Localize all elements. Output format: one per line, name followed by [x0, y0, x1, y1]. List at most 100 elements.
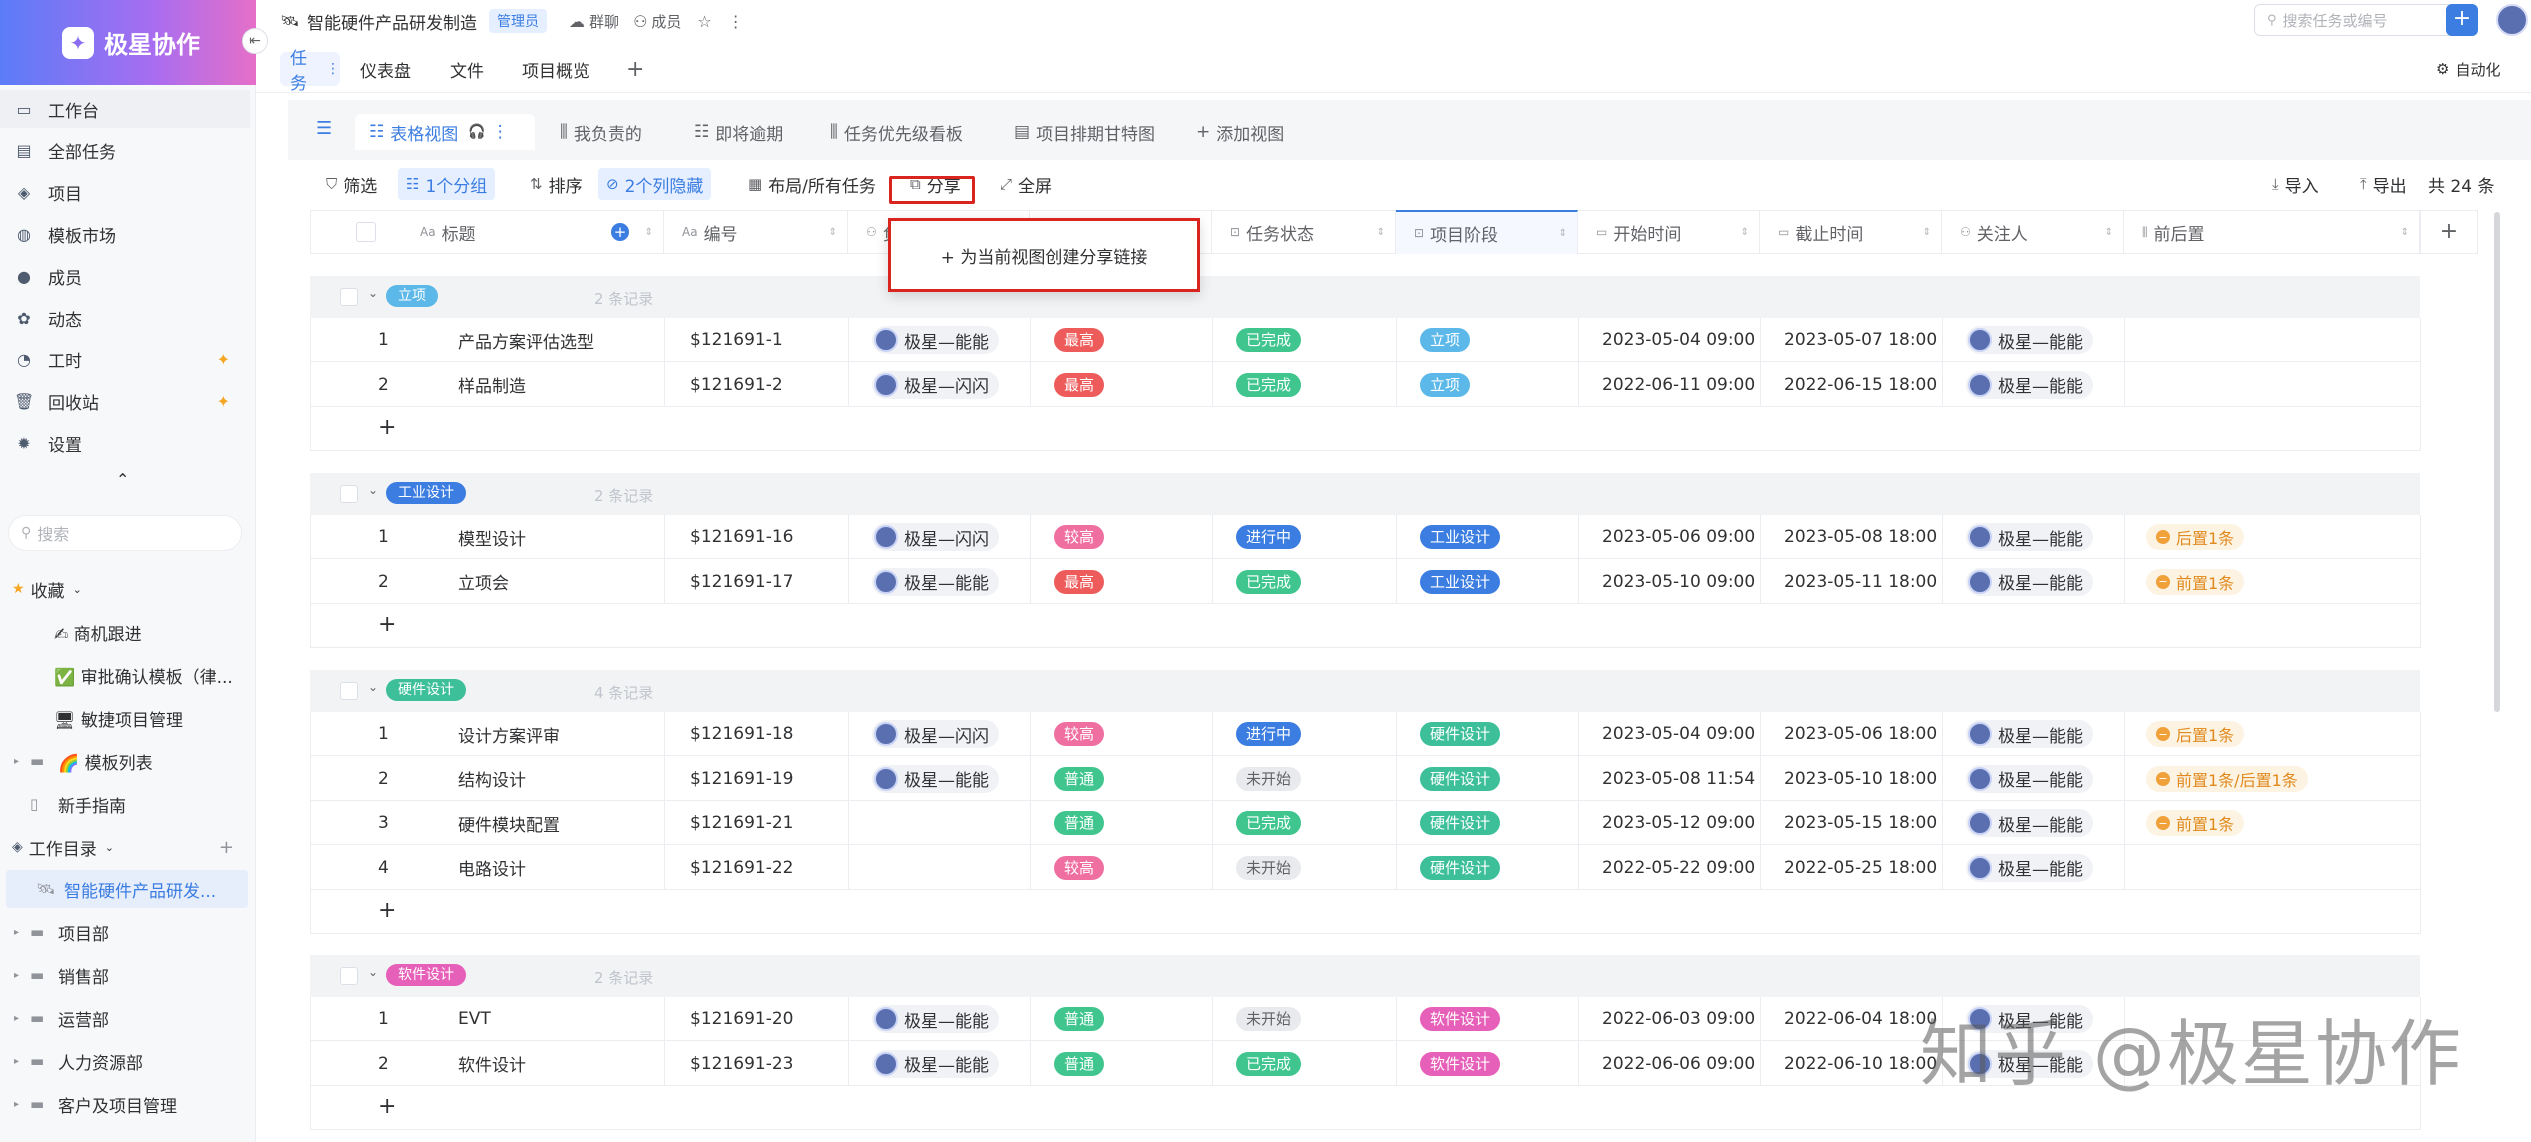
sort-caret-icon[interactable]: ⇕	[1377, 227, 1385, 238]
task-title[interactable]: 电路设计	[458, 846, 526, 890]
group-chat-link[interactable]: 群聊	[589, 11, 619, 32]
group-checkbox[interactable]	[340, 682, 358, 700]
group-toggle-icon[interactable]: ⌄	[368, 965, 378, 979]
tab-tasks[interactable]: 任务 ⋮	[280, 49, 340, 94]
automation-button[interactable]: ⚙ 自动化	[2436, 52, 2500, 86]
watcher-chip[interactable]: 极星—能能	[1966, 720, 2093, 748]
group-checkbox[interactable]	[340, 288, 358, 306]
sidebar-item-monitor[interactable]: ▭ 工作台	[0, 90, 250, 128]
workdir-item[interactable]: ▸ ▬ 项目部	[0, 913, 250, 951]
fullscreen-button[interactable]: ⤢ 全屏	[992, 168, 1060, 200]
sort-caret-icon[interactable]: ⇕	[1741, 227, 1749, 238]
watcher-chip[interactable]: 极星—能能	[1966, 853, 2093, 882]
add-button[interactable]: +	[2446, 4, 2478, 36]
sidebar-item-user[interactable]: ● 成员	[0, 257, 250, 295]
table-row[interactable]	[310, 845, 2420, 890]
chevron-up-icon[interactable]: ⌃	[116, 470, 129, 489]
more-icon[interactable]: ⋮	[492, 122, 509, 142]
workdir-item[interactable]: ▸ ▬ 销售部	[0, 956, 250, 994]
members-icon[interactable]: ⚇	[633, 12, 647, 31]
table-row[interactable]	[310, 712, 2420, 756]
group-toggle-icon[interactable]: ⌄	[368, 483, 378, 497]
expand-icon[interactable]: ▸	[14, 970, 30, 981]
group-toggle-icon[interactable]: ⌄	[368, 286, 378, 300]
sort-caret-icon[interactable]: ⇕	[645, 227, 653, 238]
workdir-section[interactable]: ◈ 工作目录 ⌄ +	[0, 828, 250, 866]
sidebar-item-activity[interactable]: ✿ 动态	[0, 299, 250, 337]
create-share-link-button[interactable]: + 为当前视图创建分享链接	[941, 243, 1148, 268]
column-header[interactable]: Aa 编号 ⇕	[664, 210, 848, 254]
table-row[interactable]	[310, 756, 2420, 801]
task-title[interactable]: 模型设计	[458, 515, 526, 559]
chat-icon[interactable]: ☁	[569, 12, 585, 31]
column-header[interactable]: ⊡ 任务状态 ⇕	[1212, 210, 1396, 254]
owner-chip[interactable]: 极星—闪闪	[872, 720, 999, 748]
project-title[interactable]: 智能硬件产品研发制造	[307, 9, 477, 34]
expand-icon[interactable]: ▸	[14, 1099, 30, 1110]
task-title[interactable]: 软件设计	[458, 1042, 526, 1086]
watcher-chip[interactable]: 极星—能能	[1966, 523, 2093, 551]
tab-overview[interactable]: 项目概览	[522, 52, 590, 86]
group-checkbox[interactable]	[340, 485, 358, 503]
owner-chip[interactable]: 极星—能能	[872, 764, 999, 793]
owner-chip[interactable]: 极星—能能	[872, 567, 999, 596]
workdir-item-active[interactable]: 🛰 智能硬件产品研发...	[6, 870, 248, 908]
select-all-checkbox[interactable]	[356, 222, 376, 242]
favorite-item[interactable]: 🖥 敏捷项目管理	[0, 699, 250, 737]
sort-caret-icon[interactable]: ⇕	[1559, 228, 1567, 239]
column-header[interactable]: Aa 标题 + ⇕	[400, 210, 664, 254]
import-button[interactable]: ⤓ 导入	[2264, 168, 2327, 200]
watcher-chip[interactable]: 极星—能能	[1966, 764, 2093, 793]
favorite-item[interactable]: ▸ ▬ 🌈 模板列表	[0, 742, 250, 780]
expand-icon[interactable]: ▸	[14, 1056, 30, 1067]
owner-chip[interactable]: 极星—闪闪	[872, 370, 999, 399]
task-search-input[interactable]: ⚲ 搜索任务或编号	[2254, 4, 2466, 36]
sort-button[interactable]: ⇅ 排序	[522, 168, 591, 200]
tab-files[interactable]: 文件	[450, 52, 484, 86]
column-header[interactable]: ▭ 截止时间 ⇕	[1760, 210, 1942, 254]
add-column-button[interactable]: +	[2420, 210, 2478, 254]
add-row[interactable]	[310, 890, 2420, 934]
task-title[interactable]: 结构设计	[458, 757, 526, 801]
owner-chip[interactable]: 极星—闪闪	[872, 523, 999, 551]
dependency-badge[interactable]: − 后置1条	[2146, 524, 2245, 550]
menu-icon[interactable]: ☰	[316, 118, 332, 139]
table-row[interactable]	[310, 559, 2420, 604]
sidebar-search-input[interactable]: ⚲ 搜索	[8, 515, 242, 551]
vertical-scrollbar[interactable]	[2494, 212, 2500, 712]
sidebar-item-layers[interactable]: ◈ 项目	[0, 174, 250, 212]
table-row[interactable]	[310, 801, 2420, 845]
sort-caret-icon[interactable]: ⇕	[2105, 227, 2113, 238]
add-row[interactable]	[310, 604, 2420, 648]
column-header[interactable]: ⫼ 前后置 ⇕	[2124, 210, 2420, 254]
hidden-columns-button[interactable]: ⊘ 2个列隐藏	[598, 168, 712, 200]
dependency-badge[interactable]: − 后置1条	[2146, 721, 2245, 747]
more-icon[interactable]: ⋮	[728, 12, 744, 31]
task-title[interactable]: 立项会	[458, 560, 509, 604]
task-title[interactable]: 设计方案评审	[458, 712, 560, 756]
dependency-badge[interactable]: − 前置1条	[2146, 568, 2245, 595]
watcher-chip[interactable]: 极星—能能	[1966, 326, 2093, 354]
favorites-section[interactable]: ★ 收藏 ⌄	[0, 570, 250, 608]
members-link[interactable]: 成员	[651, 11, 681, 32]
sidebar-item-clock[interactable]: ◔ 工时 ✦	[0, 341, 250, 379]
table-row[interactable]	[310, 515, 2420, 559]
sidebar-item-task[interactable]: ▤ 全部任务	[0, 132, 250, 170]
owner-chip[interactable]: 极星—能能	[872, 1005, 999, 1033]
sort-caret-icon[interactable]: ⇕	[2401, 227, 2409, 238]
group-checkbox[interactable]	[340, 967, 358, 985]
watcher-chip[interactable]: 极星—能能	[1966, 370, 2093, 399]
view-tab-due-soon[interactable]: ☷ 即将逾期	[694, 114, 783, 150]
view-tab-priority-board[interactable]: ⫼ 任务优先级看板	[830, 114, 963, 150]
workdir-item[interactable]: ▸ ▬ 客户及项目管理	[0, 1085, 250, 1123]
task-title[interactable]: 产品方案评估选型	[458, 318, 594, 362]
tab-dashboard[interactable]: 仪表盘	[360, 52, 411, 86]
group-toggle-icon[interactable]: ⌄	[368, 680, 378, 694]
column-header[interactable]: ⊡ 项目阶段 ⇕	[1396, 210, 1578, 254]
expand-icon[interactable]: ▸	[14, 1013, 30, 1024]
group-button[interactable]: ☷ 1个分组	[398, 168, 496, 200]
star-outline-icon[interactable]: ☆	[697, 12, 711, 31]
view-tab-table-view[interactable]: ☷ 表格视图 🎧 ⋮	[355, 114, 535, 150]
add-row-button[interactable]: +	[378, 415, 396, 440]
add-row-button[interactable]: +	[378, 898, 396, 923]
